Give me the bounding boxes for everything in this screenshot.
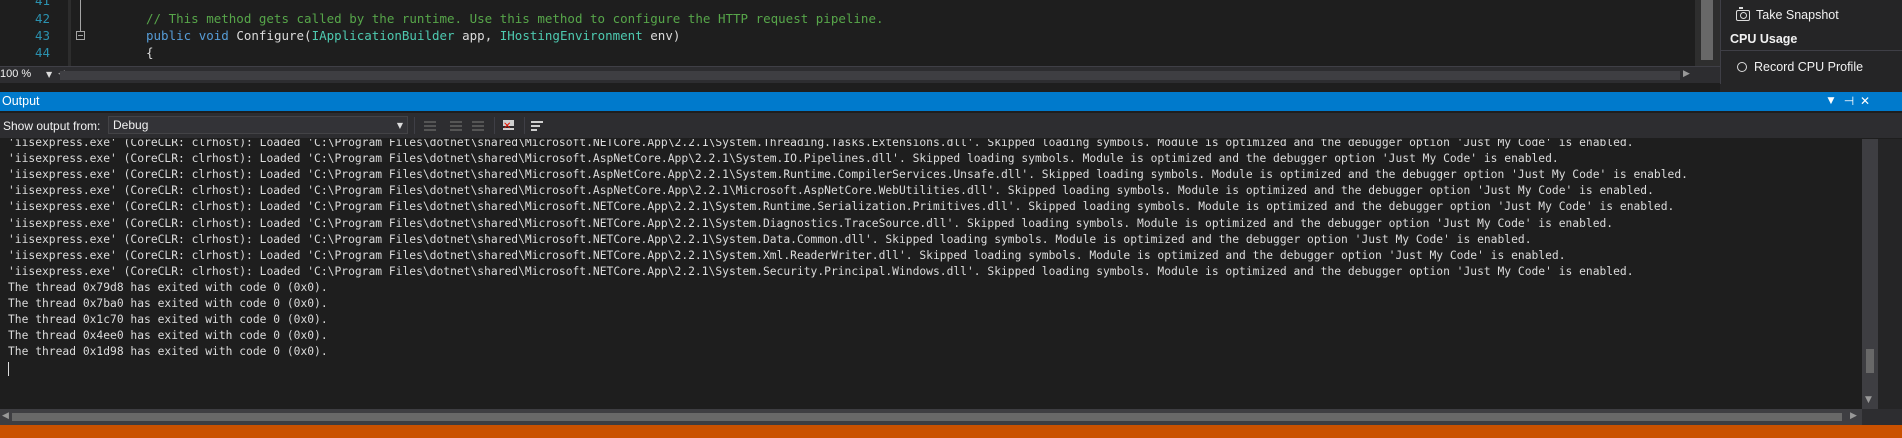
output-line: 'iisexpress.exe' (CoreCLR: clrhost): Loa… — [8, 216, 1614, 230]
scroll-left-icon[interactable]: ◀ — [2, 411, 9, 421]
take-snapshot-button[interactable]: Take Snapshot — [1734, 4, 1890, 26]
output-line: 'iisexpress.exe' (CoreCLR: clrhost): Loa… — [8, 139, 1634, 149]
output-line: 'iisexpress.exe' (CoreCLR: clrhost): Loa… — [8, 168, 1688, 182]
word-wrap-icon — [531, 120, 545, 132]
output-horizontal-scrollbar[interactable]: ◀ ▶ — [0, 409, 1862, 425]
output-line: 'iisexpress.exe' (CoreCLR: clrhost): Loa… — [8, 264, 1634, 278]
record-icon — [1737, 62, 1747, 72]
panel-divider — [1720, 0, 1721, 84]
scroll-right-icon[interactable]: ▶ — [1683, 69, 1690, 79]
editor-vertical-scrollbar[interactable] — [1695, 0, 1720, 66]
scroll-thumb[interactable] — [1866, 349, 1874, 373]
code-token: IHostingEnvironment — [499, 28, 643, 43]
status-bar — [0, 425, 1902, 438]
pin-icon[interactable]: ⊣ — [1841, 93, 1857, 109]
scrollbar-corner — [1862, 409, 1902, 425]
output-text-area[interactable]: 'iisexpress.exe' (CoreCLR: clrhost): Loa… — [0, 139, 1862, 409]
output-window-titlebar[interactable]: Output ▼ ⊣ ✕ — [0, 92, 1902, 111]
code-token: Configure( — [228, 28, 312, 43]
output-line: The thread 0x1d98 has exited with code 0… — [8, 345, 328, 359]
code-token: IApplicationBuilder — [311, 28, 455, 43]
window-position-dropdown-icon[interactable]: ▼ — [1823, 93, 1839, 109]
line-number-gutter: 41 42 43 44 — [0, 0, 62, 66]
collapse-region-icon[interactable] — [76, 31, 85, 40]
code-line[interactable]: { — [146, 44, 154, 61]
output-line: 'iisexpress.exe' (CoreCLR: clrhost): Loa… — [8, 152, 1559, 166]
scroll-right-icon[interactable]: ▶ — [1850, 411, 1857, 421]
line-number: 43 — [34, 28, 50, 43]
camera-icon — [1736, 6, 1750, 21]
diagnostic-tools-panel: Take Snapshot CPU Usage Record CPU Profi… — [1720, 0, 1902, 92]
output-window-title: Output — [2, 94, 40, 108]
scroll-thumb[interactable] — [12, 413, 1842, 421]
toolbar-separator — [494, 117, 495, 134]
code-token: void — [198, 28, 229, 43]
line-number: 44 — [34, 45, 50, 60]
code-token: // This method gets called by the runtim… — [146, 11, 884, 26]
previous-message-icon — [450, 120, 462, 131]
take-snapshot-label: Take Snapshot — [1756, 8, 1839, 22]
output-vertical-scrollbar[interactable]: ▼ — [1862, 139, 1878, 409]
code-token: { — [146, 45, 154, 60]
toggle-word-wrap-button[interactable] — [528, 116, 548, 135]
outline-guide — [80, 0, 81, 31]
line-number: 42 — [34, 11, 50, 26]
show-output-from-label: Show output from: — [3, 119, 101, 133]
output-line: The thread 0x79d8 has exited with code 0… — [8, 280, 328, 294]
code-line[interactable]: public void Configure(IApplicationBuilde… — [146, 27, 680, 44]
code-editor[interactable]: 41 42 43 44 // This method gets called b… — [0, 0, 1720, 66]
code-line[interactable]: // This method gets called by the runtim… — [146, 10, 884, 27]
output-line: The thread 0x1c70 has exited with code 0… — [8, 313, 328, 327]
output-source-value: Debug — [113, 118, 149, 132]
output-line: The thread 0x7ba0 has exited with code 0… — [8, 297, 328, 310]
toolbar-separator — [524, 117, 525, 134]
code-token: public — [146, 28, 192, 43]
editor-horizontal-scrollbar[interactable] — [60, 71, 1680, 80]
side-panel-strip — [1878, 139, 1902, 409]
chevron-down-icon: ▼ — [396, 120, 404, 130]
output-toolbar: Show output from: Debug ▼ ✕ — [0, 113, 1902, 138]
output-line: 'iisexpress.exe' (CoreCLR: clrhost): Loa… — [8, 232, 1532, 246]
scroll-down-icon[interactable]: ▼ — [1865, 395, 1872, 405]
next-message-icon — [472, 120, 484, 131]
editor-zoom-bar: 100 % ▼ ◀ ▶ — [0, 66, 1720, 83]
previous-message-button[interactable] — [446, 116, 466, 135]
cpu-usage-header: CPU Usage — [1730, 32, 1798, 46]
next-message-button[interactable] — [468, 116, 488, 135]
find-message-in-code-button[interactable] — [420, 116, 440, 135]
record-cpu-profile-button[interactable]: Record CPU Profile — [1734, 56, 1894, 78]
output-source-dropdown[interactable]: Debug ▼ — [108, 116, 408, 134]
code-token: env) — [642, 28, 681, 43]
output-line: 'iisexpress.exe' (CoreCLR: clrhost): Loa… — [8, 248, 1566, 262]
line-number: 41 — [34, 0, 50, 8]
chevron-down-icon[interactable]: ▼ — [46, 70, 52, 79]
clear-all-icon: ✕ — [503, 119, 517, 132]
divider — [1720, 50, 1902, 51]
output-line: 'iisexpress.exe' (CoreCLR: clrhost): Loa… — [8, 184, 1654, 198]
output-line: The thread 0x4ee0 has exited with code 0… — [8, 329, 328, 343]
clear-all-button[interactable]: ✕ — [500, 116, 520, 135]
goto-code-icon — [424, 120, 436, 131]
code-token: app, — [454, 28, 500, 43]
scroll-thumb[interactable] — [1701, 0, 1713, 60]
text-cursor — [8, 362, 9, 377]
output-line: 'iisexpress.exe' (CoreCLR: clrhost): Loa… — [8, 200, 1675, 214]
record-cpu-profile-label: Record CPU Profile — [1754, 60, 1864, 74]
toolbar-separator — [414, 117, 415, 134]
change-tracking-margin — [68, 0, 71, 66]
zoom-level[interactable]: 100 % — [0, 68, 31, 80]
close-icon[interactable]: ✕ — [1857, 93, 1873, 109]
